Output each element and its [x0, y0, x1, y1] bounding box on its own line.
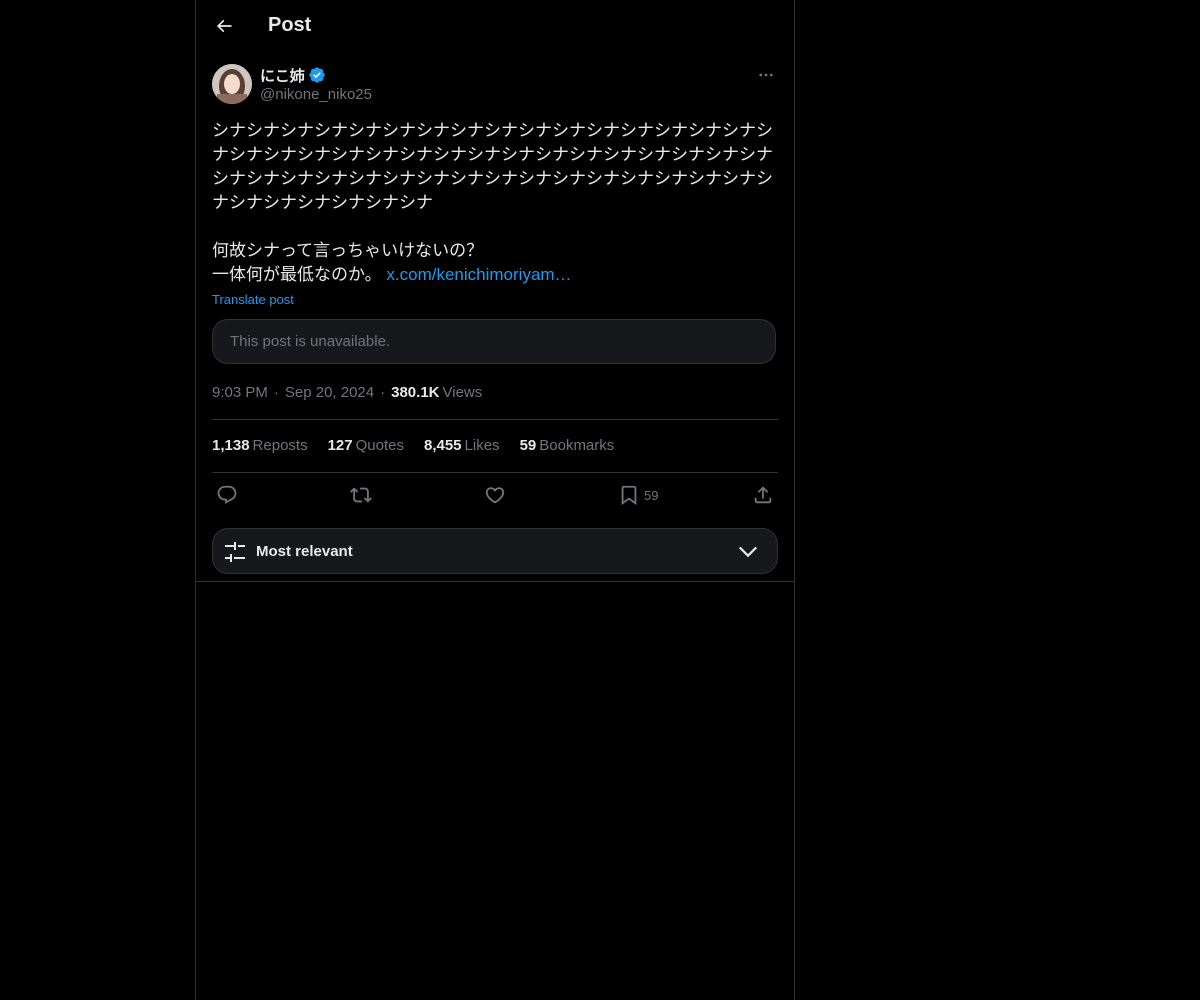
reply-button[interactable]	[216, 483, 238, 507]
views-count: 380.1K	[391, 384, 440, 401]
quoted-post-unavailable: This post is unavailable.	[212, 319, 776, 364]
post-time[interactable]: 9:03 PM	[212, 384, 268, 401]
post-text-line: シナシナシナシナシナシナシナシナシナシナシナシナシナシナシナシナシ	[212, 169, 773, 188]
user-handle[interactable]: @nikone_niko25	[260, 86, 372, 103]
views-label: Views	[442, 384, 483, 401]
top-bar: Post	[196, 0, 794, 54]
like-button[interactable]	[484, 483, 506, 507]
bookmarks-label: Bookmarks	[539, 436, 615, 454]
translate-post-link[interactable]: Translate post	[212, 292, 294, 307]
reply-icon	[217, 485, 237, 504]
post-text-line-content: 一体何が最低なのか。	[212, 265, 382, 284]
action-bar: 59	[212, 473, 778, 519]
reposts-label: Reposts	[252, 436, 308, 454]
share-button[interactable]	[752, 483, 774, 507]
post-text-line: ナシナシナシナシナシナシナシナシナシナシナシナシナシナシナシナシナ	[212, 145, 773, 164]
post-text-line: 一体何が最低なのか。 x.com/kenichimoriyam…	[212, 263, 778, 287]
bookmarks-stat[interactable]: 59 Bookmarks	[520, 437, 615, 454]
unavailable-text: This post is unavailable.	[230, 333, 391, 350]
post-text-line: ​	[212, 215, 778, 239]
avatar-image	[212, 64, 252, 104]
post-link[interactable]: x.com/kenichimoriyam…	[386, 265, 571, 284]
sort-label: Most relevant	[256, 543, 353, 560]
arrow-left-icon	[216, 19, 232, 33]
repost-icon	[350, 487, 372, 503]
post-meta: 9:03 PM · Sep 20, 2024 · 380.1K Views	[212, 384, 482, 401]
likes-label: Likes	[464, 436, 500, 454]
author-info: にこ姉 @nikone_niko25	[260, 64, 372, 103]
avatar[interactable]	[212, 64, 252, 104]
share-icon	[754, 486, 772, 504]
bookmark-icon	[621, 485, 637, 506]
bookmark-count: 59	[644, 487, 659, 503]
replies-sort-dropdown[interactable]: Most relevant	[212, 528, 778, 574]
post-text-line: シナシナシナシナシナシナシナシナシナシナシナシナシナシナシナシナシ	[212, 121, 773, 140]
post-text: シナシナシナシナシナシナシナシナシナシナシナシナシナシナシナシナシ ナシナシナシナ…	[212, 119, 778, 287]
more-options-button[interactable]	[754, 64, 778, 86]
quotes-count: 127	[327, 436, 353, 454]
section-divider	[196, 581, 794, 582]
verified-badge-icon[interactable]	[308, 66, 326, 84]
display-name[interactable]: にこ姉	[260, 65, 305, 86]
bookmarks-count: 59	[519, 436, 537, 454]
quotes-label: Quotes	[355, 436, 404, 454]
meta-separator: ·	[380, 384, 386, 401]
repost-button[interactable]	[350, 483, 372, 507]
reposts-count: 1,138	[212, 436, 250, 454]
likes-count: 8,455	[423, 436, 462, 454]
quotes-stat[interactable]: 127 Quotes	[328, 437, 404, 454]
likes-stat[interactable]: 8,455 Likes	[424, 437, 500, 454]
post-date[interactable]: Sep 20, 2024	[285, 384, 374, 401]
chevron-down-icon	[738, 546, 758, 558]
back-button[interactable]	[207, 9, 241, 43]
page-title: Post	[268, 14, 312, 36]
post-text-line: ナシナシナシナシナシナシナ	[212, 193, 433, 212]
sliders-icon	[225, 542, 245, 562]
post-text-line: 何故シナって言っちゃいけないの？	[212, 241, 484, 260]
post-stats: 1,138 Reposts 127 Quotes 8,455 Likes 59 Book…	[212, 419, 778, 471]
reposts-stat[interactable]: 1,138 Reposts	[212, 437, 308, 454]
meta-separator: ·	[273, 384, 279, 401]
heart-icon	[485, 487, 505, 504]
main-column: Post にこ姉 @nikone_niko25 シナシナシナシナシナシナシナシナ…	[195, 0, 795, 1000]
more-horizontal-icon	[759, 73, 773, 77]
bookmark-button[interactable]: 59	[618, 483, 658, 507]
